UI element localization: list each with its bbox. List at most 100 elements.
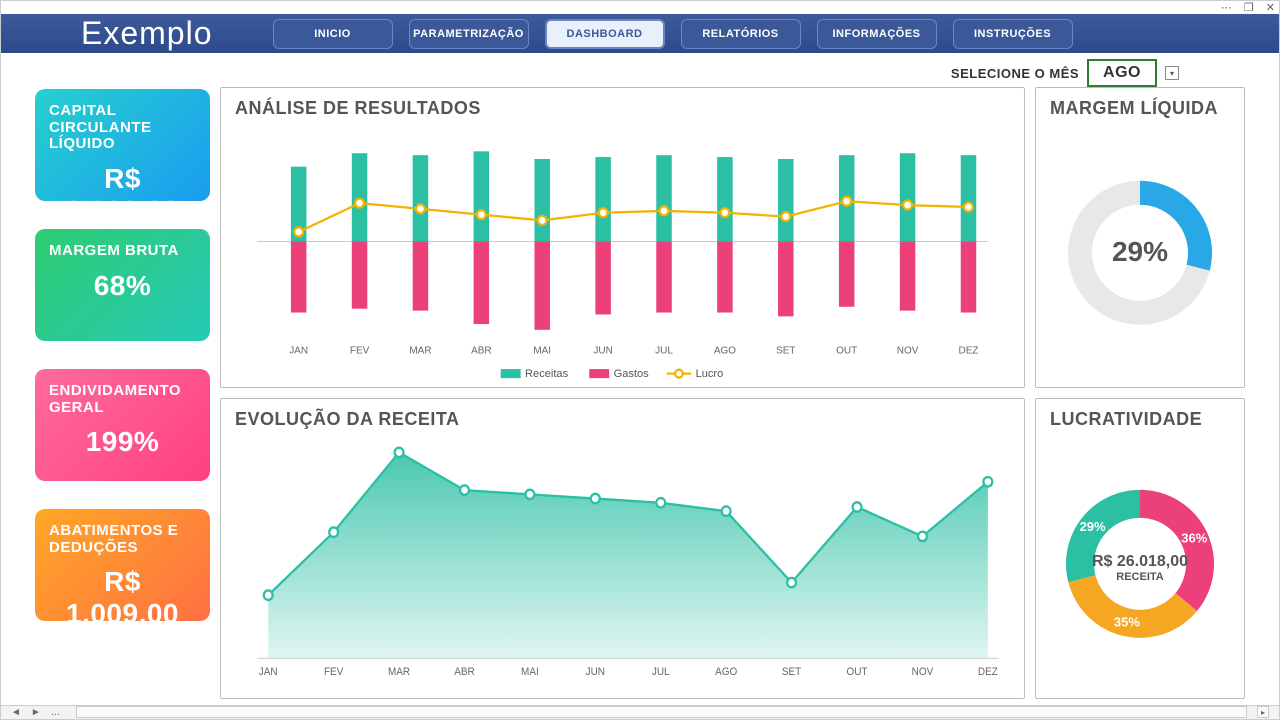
nav-informações[interactable]: INFORMAÇÕES (817, 19, 937, 49)
donut-center-value: R$ 26.018,00 (1092, 553, 1188, 570)
line-point (477, 211, 486, 220)
axis-label: MAR (409, 346, 431, 357)
line-point (781, 212, 790, 221)
card-endividamento: ENDIVIDAMENTO GERAL 199% (35, 369, 210, 481)
line-point (395, 448, 404, 457)
nav-relatórios[interactable]: RELATÓRIOS (681, 19, 801, 49)
more-icon[interactable]: ⋯ (1221, 1, 1232, 14)
bar-gastos (839, 242, 855, 307)
scroll-right-icon[interactable]: ▸ (1257, 706, 1269, 718)
panel-evolucao-receita: EVOLUÇÃO DA RECEITA JANFEVMARABRMAIJUNJU… (220, 398, 1025, 699)
line-lucro (299, 202, 969, 233)
bar-gastos (717, 242, 733, 313)
donut-center-label: RECEITA (1116, 571, 1164, 583)
nav-inicio[interactable]: INICIO (273, 19, 393, 49)
line-point (983, 477, 992, 486)
card-title: ENDIVIDAMENTO GERAL (49, 383, 196, 416)
axis-label: JUL (652, 667, 670, 678)
card-title: ABATIMENTOS E DEDUÇÕES (49, 523, 196, 556)
line-point (329, 527, 338, 536)
bar-receitas (778, 159, 794, 242)
month-dropdown-icon[interactable]: ▾ (1165, 66, 1179, 80)
navbar: Exemplo INICIO PARAMETRIZAÇÃO DASHBOARD REL… (1, 14, 1279, 53)
bar-gastos (534, 242, 550, 330)
line-point (264, 590, 273, 599)
line-point (460, 485, 469, 494)
restore-icon[interactable]: ❐ (1244, 1, 1254, 14)
bar-receitas (717, 157, 733, 241)
line-point (722, 506, 731, 515)
line-point (416, 205, 425, 214)
panel-title: LUCRATIVIDADE (1050, 409, 1230, 430)
nav-instruções[interactable]: INSTRUÇÕES (953, 19, 1073, 49)
bar-receitas (413, 156, 429, 242)
axis-label: JAN (259, 667, 278, 678)
axis-label: JAN (289, 346, 308, 357)
line-point (918, 532, 927, 541)
line-point (853, 502, 862, 511)
horizontal-scrollbar[interactable] (76, 706, 1247, 718)
panel-title: ANÁLISE DE RESULTADOS (235, 98, 1010, 119)
bar-gastos (656, 242, 672, 313)
legend-receitas: Receitas (525, 368, 568, 380)
bar-receitas (352, 154, 368, 242)
axis-label: NOV (897, 346, 919, 357)
panel-analise-resultados: ANÁLISE DE RESULTADOS JANFEVMARABRMAIJUN… (220, 87, 1025, 388)
card-value: R$ 2.689,00 (49, 163, 196, 227)
card-title: MARGEM BRUTA (49, 243, 196, 260)
tab-more[interactable]: ... (51, 706, 60, 718)
card-value: R$ 1.009,00 (49, 566, 196, 630)
bar-receitas (900, 154, 916, 242)
axis-label: MAI (533, 346, 551, 357)
axis-label: JUN (586, 667, 605, 678)
axis-label: FEV (324, 667, 343, 678)
card-value: 68% (49, 270, 196, 302)
sheet-tab-bar: ◄ ► ... ▸ (1, 705, 1279, 719)
axis-label: MAI (521, 667, 539, 678)
line-point (591, 494, 600, 503)
nav-parametrização[interactable]: PARAMETRIZAÇÃO (409, 19, 529, 49)
brand-title: Exemplo (81, 15, 213, 52)
bar-gastos (961, 242, 977, 313)
area-receita (268, 452, 988, 658)
bar-receitas (961, 156, 977, 242)
line-point (903, 201, 912, 210)
bar-gastos (474, 242, 490, 325)
tab-prev-icon[interactable]: ◄ (11, 707, 21, 718)
bar-gastos (595, 242, 611, 315)
bar-receitas (534, 159, 550, 242)
legend-gastos: Gastos (614, 368, 649, 380)
axis-label: DEZ (959, 346, 979, 357)
axis-label: OUT (847, 667, 869, 678)
line-point (720, 209, 729, 218)
line-point (355, 199, 364, 208)
legend-lucro: Lucro (696, 368, 724, 380)
bar-gastos (291, 242, 307, 313)
donut-center-value: 29% (1112, 236, 1168, 267)
month-selector-value[interactable]: AGO (1087, 59, 1157, 87)
bar-gastos (900, 242, 916, 311)
bar-receitas (474, 152, 490, 242)
donut-slice (1140, 490, 1214, 611)
tab-next-icon[interactable]: ► (31, 707, 41, 718)
line-point (842, 197, 851, 206)
card-margem-bruta: MARGEM BRUTA 68% (35, 229, 210, 341)
card-title: CAPITAL CIRCULANTE LÍQUIDO (49, 103, 196, 153)
bar-gastos (778, 242, 794, 317)
nav-dashboard[interactable]: DASHBOARD (545, 19, 665, 49)
donut-slice-label: 35% (1114, 614, 1140, 629)
line-point (787, 578, 796, 587)
bar-gastos (352, 242, 368, 309)
close-icon[interactable]: ✕ (1266, 1, 1275, 14)
line-point (660, 207, 669, 216)
line-point (525, 490, 534, 499)
panel-title: MARGEM LÍQUIDA (1050, 98, 1230, 119)
bar-receitas (656, 156, 672, 242)
axis-label: OUT (836, 346, 857, 357)
panel-title: EVOLUÇÃO DA RECEITA (235, 409, 1010, 430)
line-point (964, 203, 973, 212)
axis-label: SET (782, 667, 802, 678)
month-selector-label: SELECIONE O MÊS (951, 66, 1079, 81)
line-point (294, 228, 303, 237)
axis-label: AGO (715, 667, 737, 678)
